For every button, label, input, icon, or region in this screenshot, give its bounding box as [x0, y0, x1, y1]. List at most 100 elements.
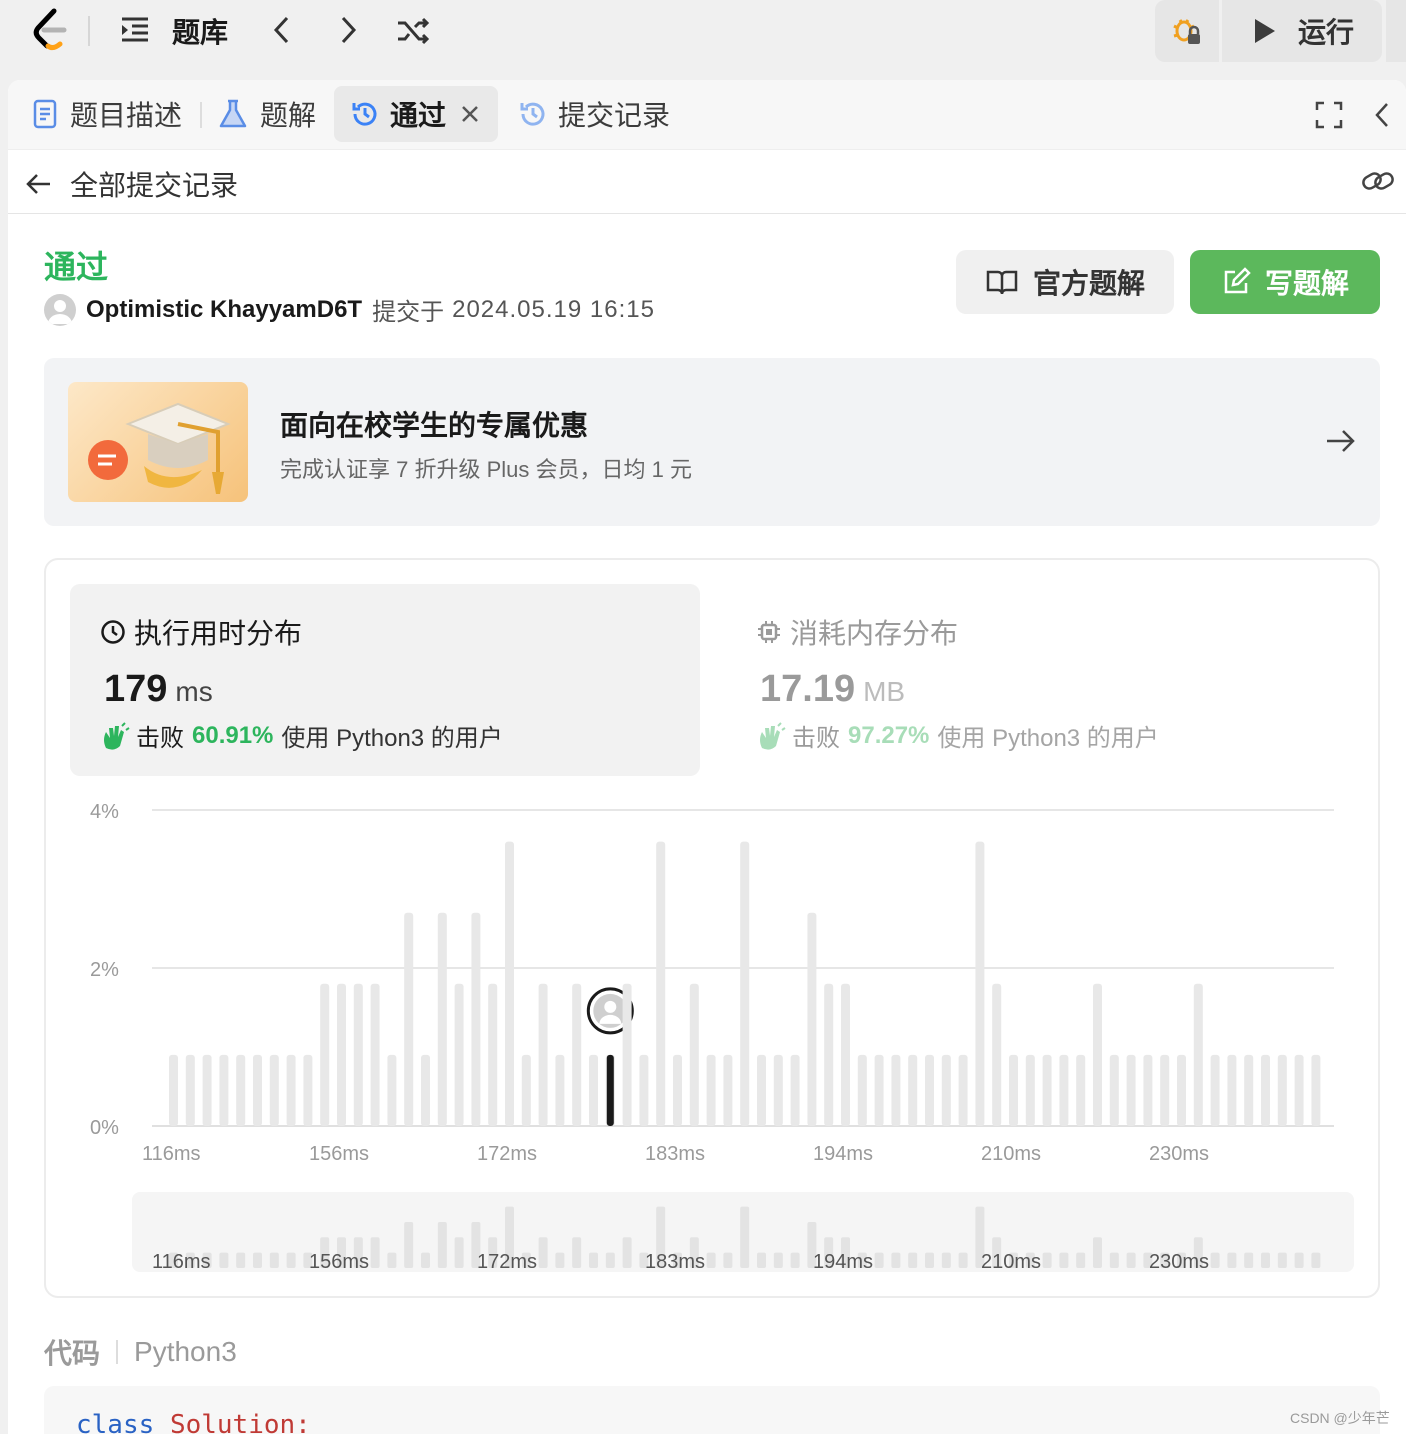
minimap-bar — [605, 1252, 615, 1268]
minimap-bar — [253, 1252, 262, 1268]
chart-bar — [1311, 1054, 1321, 1126]
minimap-bar — [1059, 1252, 1069, 1268]
minimap-bar — [437, 1221, 447, 1268]
chart-bar — [773, 1054, 783, 1126]
chart-bar — [1042, 1054, 1052, 1126]
x-tick-label: 210ms — [981, 1143, 1041, 1165]
tab-submissions[interactable]: 提交记录 — [518, 86, 670, 142]
history-icon — [352, 102, 377, 126]
chart-bar — [992, 983, 1002, 1126]
graduation-cap-image — [68, 382, 248, 502]
minimap-bar — [538, 1237, 548, 1268]
chart-bar — [1227, 1054, 1237, 1126]
close-icon[interactable] — [460, 104, 480, 124]
official-solution-button[interactable]: 官方题解 — [956, 250, 1174, 314]
minimap-tick-label: 183ms — [645, 1251, 705, 1273]
clock-icon — [101, 620, 125, 644]
code-keyword: class — [76, 1410, 155, 1434]
problem-list-button[interactable]: 题库 — [118, 8, 228, 54]
chart-bar — [337, 983, 346, 1126]
chart-bar — [538, 983, 548, 1126]
arrow-left-icon — [26, 174, 50, 194]
chart-bar — [505, 841, 514, 1126]
bug-lock-icon — [1173, 19, 1200, 44]
code-language[interactable]: Python3 — [134, 1336, 237, 1368]
runtime-beat-percent: 60.91% — [192, 721, 274, 749]
prev-problem-button[interactable] — [262, 10, 302, 50]
minimap-bar — [622, 1237, 632, 1268]
chevron-right-icon — [341, 16, 357, 44]
next-problem-button[interactable] — [328, 10, 368, 50]
minimap-tick-label: 230ms — [1149, 1251, 1209, 1273]
chart-bar — [1076, 1054, 1086, 1126]
problem-bank-label: 题库 — [172, 17, 229, 48]
student-promo-banner[interactable]: 面向在校学生的专属优惠 完成认证享 7 折升级 Plus 会员，日均 1 元 — [44, 358, 1380, 526]
minimap-bar — [1076, 1252, 1086, 1268]
run-button[interactable]: 运行 — [1222, 0, 1382, 62]
runtime-beat-row: 击败 60.91% 使用 Python3 的用户 — [100, 718, 503, 753]
runtime-title-row: 执行用时分布 — [100, 612, 302, 652]
chart-bar — [169, 1054, 178, 1126]
random-problem-button[interactable] — [390, 10, 436, 50]
tab-label: 通过 — [390, 100, 447, 131]
fullscreen-icon[interactable] — [1314, 100, 1344, 135]
chart-bar — [219, 1054, 229, 1126]
tab-solutions[interactable]: 题解 — [218, 86, 316, 142]
avatar[interactable] — [44, 293, 76, 326]
chart-bar — [1160, 1054, 1170, 1126]
flask-icon — [219, 99, 247, 128]
chart-bar — [975, 841, 985, 1126]
tab-description[interactable]: 题目描述 — [32, 86, 182, 142]
submission-panel: 题目描述 题解 通过 提交记录 全部提交记录 通过 Optimistic Kha… — [8, 80, 1406, 1434]
arrow-right-icon[interactable] — [1324, 426, 1356, 461]
minimap-bar — [958, 1252, 968, 1268]
minimap-tick-label: 172ms — [477, 1251, 537, 1273]
minimap-bar — [589, 1252, 598, 1268]
back-button[interactable]: 全部提交记录 — [24, 164, 238, 204]
code-header: 代码 Python3 — [44, 1332, 237, 1372]
tab-accepted[interactable]: 通过 — [334, 86, 498, 142]
runtime-card[interactable]: 执行用时分布 179 ms 击败 60.91% 使用 Python3 的用户 — [70, 584, 700, 776]
submission-meta: Optimistic KhayyamD6T 提交于 2024.05.19 16:… — [44, 292, 655, 327]
x-tick-label: 172ms — [477, 1143, 537, 1165]
minimap-bar — [572, 1237, 582, 1268]
chart-bar — [202, 1054, 212, 1126]
minimap-bar — [941, 1252, 951, 1268]
minimap-bar — [286, 1252, 296, 1268]
chart-bar — [925, 1054, 934, 1126]
x-tick-label: 183ms — [645, 1143, 705, 1165]
minimap-bar — [1261, 1252, 1270, 1268]
topbar-edge — [1386, 0, 1406, 62]
code-classname: Solution: — [169, 1410, 311, 1434]
leetcode-logo[interactable] — [26, 6, 74, 54]
chart-bar — [824, 983, 834, 1126]
username[interactable]: Optimistic KhayyamD6T — [86, 296, 362, 324]
chart-bar — [941, 1054, 951, 1126]
minimap-bar — [454, 1237, 464, 1268]
marker-avatar-head — [604, 1000, 617, 1013]
collapse-icon[interactable] — [1372, 100, 1392, 135]
code-block[interactable]: class Solution: — [44, 1386, 1380, 1434]
play-icon — [1254, 19, 1275, 43]
minimap-tick-label: 210ms — [981, 1251, 1041, 1273]
tab-bar: 题目描述 题解 通过 提交记录 — [8, 80, 1406, 150]
chart-bar — [891, 1054, 901, 1126]
chart-bar — [1009, 1054, 1018, 1126]
chart-bar — [1193, 983, 1203, 1126]
memory-card[interactable]: 消耗内存分布 17.19 MB 击败 97.27% 使用 Python3 的用户 — [726, 584, 1346, 776]
runtime-value-row: 179 ms — [104, 668, 213, 711]
runtime-unit: ms — [175, 676, 213, 707]
write-solution-button[interactable]: 写题解 — [1190, 250, 1380, 314]
minimap-bar — [1109, 1252, 1119, 1268]
history-icon — [520, 102, 545, 126]
runtime-distribution-chart[interactable]: 4% 2% 0% 116ms 156ms 172ms 183ms 194ms 210ms 230m… — [46, 790, 1378, 1290]
minimap-bar — [1277, 1252, 1287, 1268]
divider — [88, 16, 90, 46]
link-icon[interactable] — [1360, 166, 1396, 201]
chart-bar — [471, 912, 481, 1126]
chart-bar — [622, 983, 632, 1126]
chart-bar — [521, 1054, 531, 1126]
chart-bar — [790, 1054, 800, 1126]
chart-bar — [572, 983, 582, 1126]
debug-button[interactable] — [1155, 0, 1219, 62]
